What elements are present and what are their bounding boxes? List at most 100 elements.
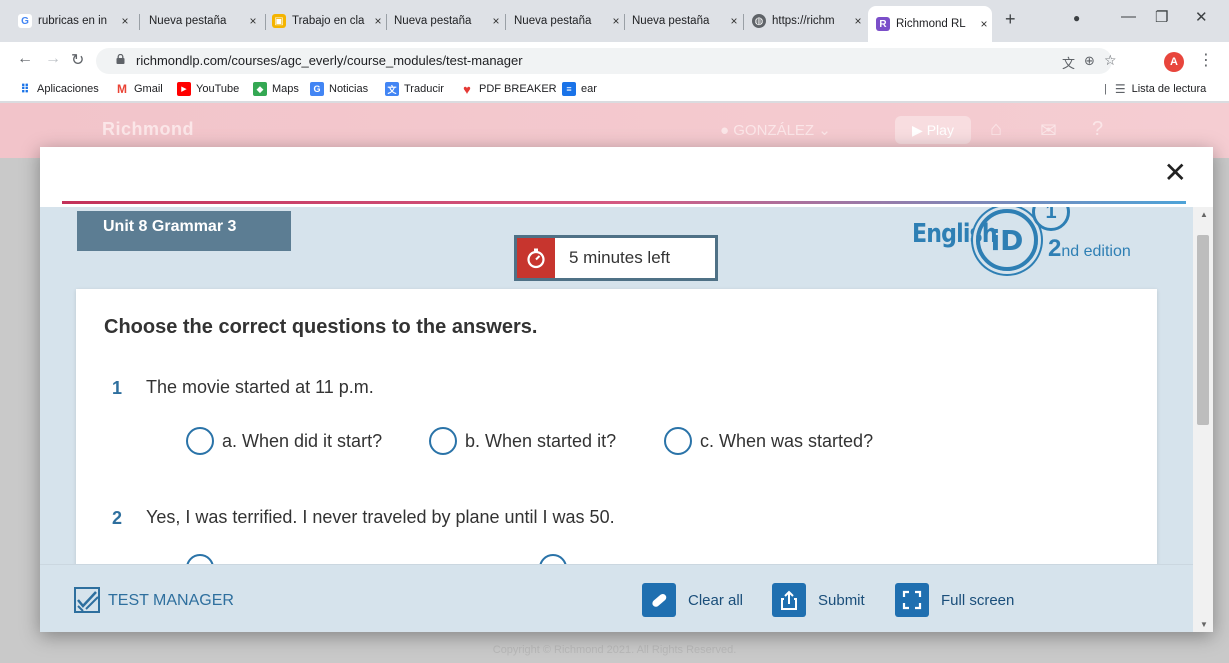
bookmark-gmail[interactable]: M Gmail [115, 82, 163, 96]
bookmark-apps[interactable]: ⠿ Aplicaciones [18, 82, 98, 96]
bookmark-label: YouTube [196, 83, 240, 95]
option-1b[interactable]: b. When started it? [429, 427, 616, 455]
reading-list[interactable]: | ☰ Lista de lectura [1104, 82, 1206, 96]
scroll-up-arrow-icon[interactable]: ▲ [1200, 210, 1208, 219]
document-icon: ≡ [562, 82, 576, 96]
bookmark-star-icon[interactable]: ☆ [1104, 52, 1117, 69]
question-text: The movie started at 11 p.m. [146, 377, 374, 397]
radio-button[interactable] [186, 427, 214, 455]
zoom-icon[interactable]: ⊕ [1084, 53, 1095, 69]
close-icon[interactable]: × [117, 14, 133, 28]
radio-button[interactable] [186, 554, 214, 564]
close-icon[interactable]: × [245, 14, 261, 28]
profile-avatar[interactable]: A [1164, 52, 1184, 72]
modal-close-button[interactable]: ✕ [1164, 159, 1187, 187]
messages-icon[interactable]: ✉ [1040, 118, 1057, 143]
window-close-icon[interactable]: ✕ [1195, 8, 1208, 26]
timer-text: 5 minutes left [569, 248, 671, 267]
scroll-thumb[interactable] [1197, 235, 1209, 425]
bookmark-maps[interactable]: ◆ Maps [253, 82, 299, 96]
play-label: Play [926, 122, 954, 138]
edition-number: 2 [1048, 235, 1062, 262]
gmail-icon: M [117, 82, 127, 96]
lock-icon [116, 54, 125, 64]
unit-title: Unit 8 Grammar 3 [77, 211, 291, 251]
tab-title: Nueva pestaña [394, 15, 472, 27]
tab-nueva-2[interactable]: Nueva pestaña × [386, 10, 504, 32]
reading-list-icon: ☰ [1114, 82, 1126, 96]
bookmark-translate[interactable]: 文 Traducir [385, 82, 444, 96]
user-name: GONZÁLEZ [733, 122, 815, 139]
clear-all-label: Clear all [688, 591, 744, 609]
tab-richmond-active[interactable]: R Richmond RL × [868, 6, 992, 42]
tab-nueva-3[interactable]: Nueva pestaña × [506, 10, 624, 32]
test-manager-icon [74, 587, 100, 613]
full-screen-button[interactable]: Full screen [895, 583, 1014, 617]
close-icon[interactable]: × [608, 14, 624, 28]
question-text: Yes, I was terrified. I never traveled b… [146, 507, 615, 527]
eraser-icon [642, 583, 676, 617]
close-icon[interactable]: × [488, 14, 504, 28]
close-icon[interactable]: × [726, 14, 742, 28]
scrollbar[interactable]: ▲ ▼ [1193, 207, 1213, 632]
reload-icon[interactable]: ↻ [71, 50, 84, 70]
question-card: Choose the correct questions to the answ… [76, 289, 1157, 564]
radio-button[interactable] [664, 427, 692, 455]
url-text: richmondlp.com/courses/agc_everly/course… [136, 53, 523, 68]
heart-icon: ♥ [463, 81, 471, 97]
bookmark-news[interactable]: G Noticias [310, 82, 368, 96]
radio-button[interactable] [539, 554, 567, 564]
test-modal: ✕ Unit 8 Grammar 3 5 minutes left Englis… [40, 147, 1213, 632]
translate-page-icon[interactable]: 文 [1062, 53, 1075, 72]
new-tab-button[interactable]: + [1005, 9, 1016, 30]
instructions: Choose the correct questions to the answ… [104, 316, 538, 338]
back-icon[interactable]: ← [17, 50, 33, 68]
minimize-icon[interactable]: — [1121, 8, 1136, 25]
brand-id: iD [976, 209, 1038, 271]
option-2a[interactable] [186, 554, 222, 564]
globe-icon: ◍ [752, 14, 766, 28]
option-2b[interactable] [539, 554, 575, 564]
site-logo: Richmond [102, 119, 194, 139]
divider: | [1104, 83, 1107, 95]
tab-nueva-4[interactable]: Nueva pestaña × [624, 10, 742, 32]
radio-button[interactable] [429, 427, 457, 455]
submit-button[interactable]: Submit [772, 583, 865, 617]
bookmark-youtube[interactable]: ▶ YouTube [177, 82, 239, 96]
news-icon: G [310, 82, 324, 96]
clear-all-button[interactable]: Clear all [642, 583, 743, 617]
tab-trabajo[interactable]: ▣ Trabajo en cla × [264, 10, 386, 32]
user-menu[interactable]: ● GONZÁLEZ ⌄ [720, 121, 831, 139]
tab-separator [139, 14, 140, 30]
tab-richmond-url[interactable]: ◍ https://richm × [744, 10, 866, 32]
richmond-icon: R [876, 17, 890, 31]
bookmark-ear[interactable]: ≡ ear [562, 82, 597, 96]
tab-search-icon[interactable]: ● [1073, 11, 1080, 25]
browser-tab-strip: G rubricas en in × Nueva pestaña × ▣ Tra… [0, 0, 1229, 42]
menu-icon[interactable]: ⋮ [1198, 50, 1214, 70]
restore-icon[interactable]: ❐ [1155, 8, 1168, 26]
bookmark-label: Traducir [404, 83, 444, 95]
home-icon[interactable]: ⌂ [990, 118, 1002, 141]
tab-title: Nueva pestaña [632, 15, 710, 27]
test-manager-label: TEST MANAGER [108, 592, 234, 609]
test-footer: TEST MANAGER Clear all Submit Full scree… [40, 564, 1193, 632]
question-number: 2 [112, 508, 123, 528]
address-bar[interactable]: richmondlp.com/courses/agc_everly/course… [96, 48, 1117, 74]
close-icon[interactable]: × [850, 14, 866, 28]
tab-title: Richmond RL [896, 18, 966, 30]
tab-nueva-1[interactable]: Nueva pestaña × [141, 10, 261, 32]
tab-rubricas[interactable]: G rubricas en in × [10, 10, 133, 32]
scroll-down-arrow-icon[interactable]: ▼ [1200, 620, 1208, 629]
close-icon[interactable]: × [976, 17, 992, 31]
brand-edition: 2nd edition [1048, 235, 1131, 263]
play-button[interactable]: ▶ Play [895, 116, 971, 144]
option-1c[interactable]: c. When was started? [664, 427, 873, 455]
help-icon[interactable]: ? [1092, 118, 1103, 141]
bookmark-pdf-breaker[interactable]: ♥ PDF BREAKER [460, 81, 557, 97]
forward-icon[interactable]: → [45, 50, 61, 68]
english-id-logo: English iD 1 2nd edition [912, 207, 1172, 273]
bookmark-label: ear [581, 83, 597, 95]
close-icon[interactable]: × [370, 14, 386, 28]
option-1a[interactable]: a. When did it start? [186, 427, 382, 455]
